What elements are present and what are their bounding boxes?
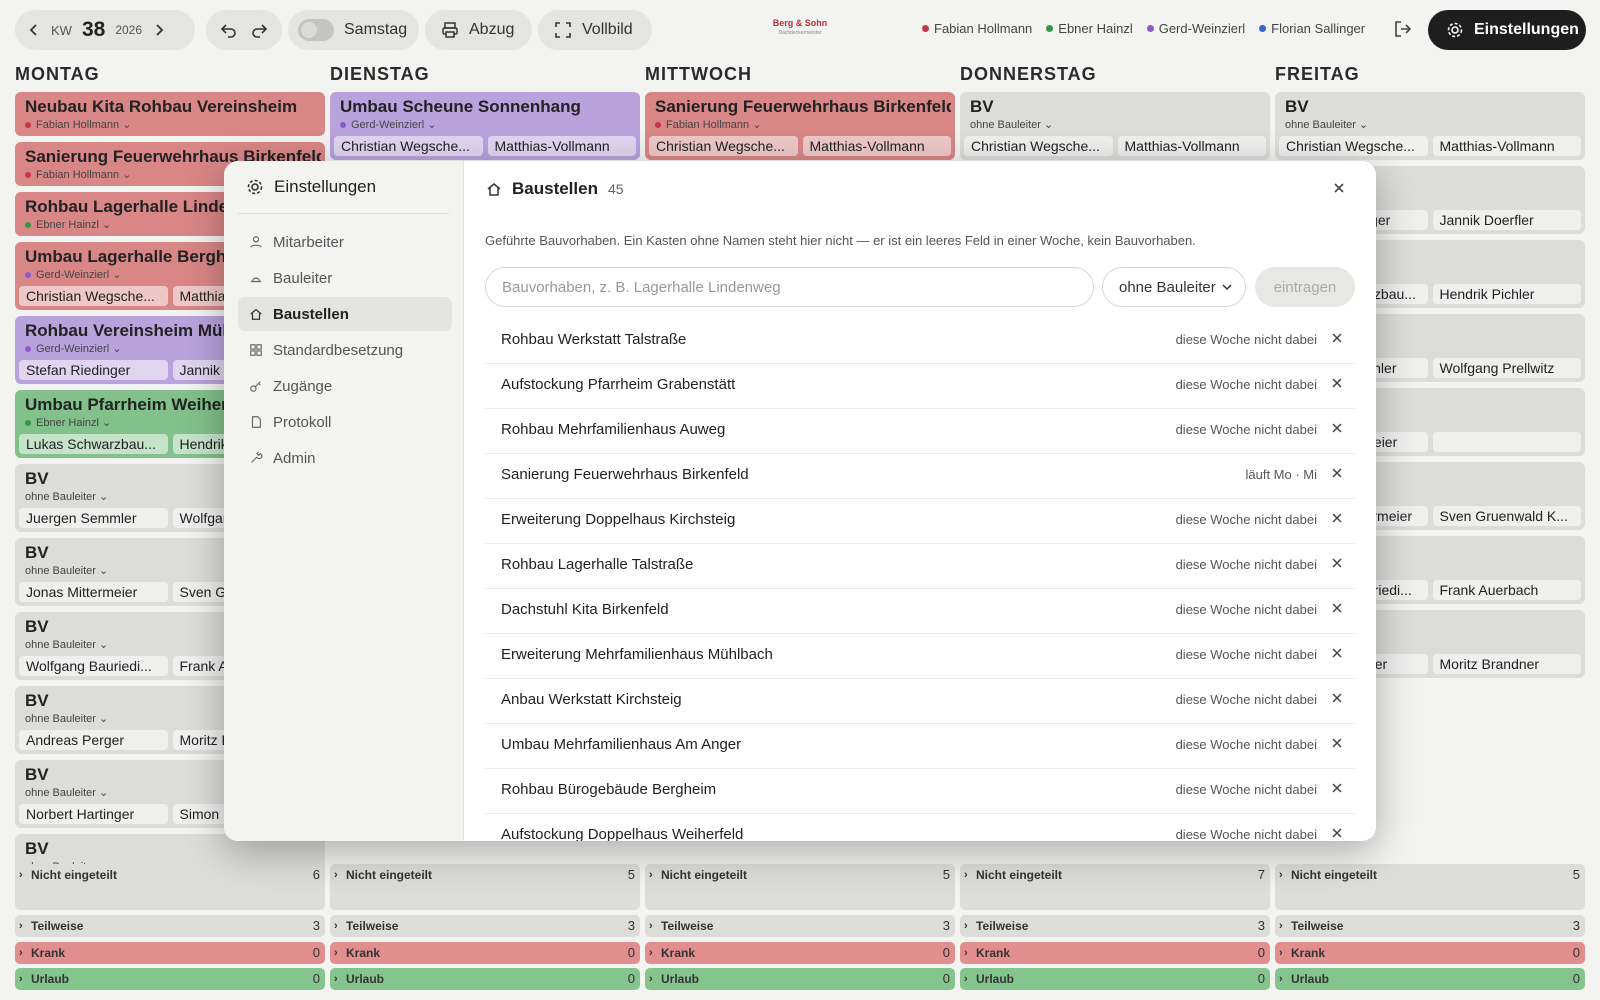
site-name: Dachstuhl Kita Birkenfeld (501, 601, 669, 618)
remove-icon[interactable] (1331, 826, 1343, 841)
nav-item-zugänge[interactable]: Zugänge (238, 369, 452, 403)
nav-label: Zugänge (273, 377, 333, 395)
grid-icon (249, 343, 263, 357)
site-status: diese Woche nicht dabei (1175, 737, 1317, 752)
nav-label: Standardbesetzung (273, 341, 404, 359)
key-icon (249, 379, 263, 393)
site-row[interactable]: Anbau Werkstatt Kirchsteig diese Woche ni… (485, 679, 1355, 724)
nav-label: Admin (273, 449, 316, 467)
remove-icon[interactable] (1331, 781, 1343, 797)
site-name: Rohbau Werkstatt Talstraße (501, 331, 687, 348)
site-row[interactable]: Sanierung Feuerwehrhaus Birkenfeld läuft … (485, 454, 1355, 499)
remove-icon[interactable] (1331, 736, 1343, 752)
site-name: Sanierung Feuerwehrhaus Birkenfeld (501, 466, 749, 483)
nav-label: Protokoll (273, 413, 332, 431)
site-count: 45 (607, 181, 624, 197)
modal-overlay: Einstellungen Mitarbeiter Bauleiter Bauste… (0, 0, 1600, 1000)
site-row[interactable]: Erweiterung Mehrfamilienhaus Mühlbach die… (485, 634, 1355, 679)
site-name: Anbau Werkstatt Kirchsteig (501, 691, 682, 708)
remove-icon[interactable] (1331, 331, 1343, 347)
remove-icon[interactable] (1331, 691, 1343, 707)
nav-item-bauleiter[interactable]: Bauleiter (238, 261, 452, 295)
site-name-input[interactable] (485, 267, 1094, 307)
site-row[interactable]: Rohbau Werkstatt Talstraße diese Woche ni… (485, 319, 1355, 364)
remove-icon[interactable] (1331, 511, 1343, 527)
site-row[interactable]: Aufstockung Doppelhaus Weiherfeld diese W… (485, 814, 1355, 841)
site-status: diese Woche nicht dabei (1175, 647, 1317, 662)
home-icon (486, 181, 502, 197)
home-icon (249, 307, 263, 321)
site-name: Umbau Mehrfamilienhaus Am Anger (501, 736, 742, 753)
site-row[interactable]: Dachstuhl Kita Birkenfeld diese Woche nic… (485, 589, 1355, 634)
remove-icon[interactable] (1331, 601, 1343, 617)
person-icon (249, 235, 263, 249)
sidebar-divider (238, 213, 449, 214)
site-status: diese Woche nicht dabei (1175, 377, 1317, 392)
site-status: diese Woche nicht dabei (1175, 782, 1317, 797)
page-title-text: Baustellen (512, 179, 598, 198)
add-site-form: ohne Bauleiter eintragen (485, 267, 1355, 307)
document-icon (249, 415, 263, 429)
site-status: diese Woche nicht dabei (1175, 332, 1317, 347)
site-status: diese Woche nicht dabei (1175, 557, 1317, 572)
nav-label: Mitarbeiter (273, 233, 344, 251)
nav-item-baustellen[interactable]: Baustellen (238, 297, 452, 331)
chevron-down-icon (1221, 281, 1233, 293)
nav-item-standardbesetzung[interactable]: Standardbesetzung (238, 333, 452, 367)
site-list: Rohbau Werkstatt Talstraße diese Woche ni… (485, 319, 1355, 841)
site-row[interactable]: Erweiterung Doppelhaus Kirchsteig diese W… (485, 499, 1355, 544)
site-status: diese Woche nicht dabei (1175, 827, 1317, 841)
nav-item-mitarbeiter[interactable]: Mitarbeiter (238, 225, 452, 259)
page-title: Baustellen 45 (486, 179, 624, 199)
site-row[interactable]: Aufstockung Pfarrheim Grabenstätt diese W… (485, 364, 1355, 409)
site-row[interactable]: Rohbau Lagerhalle Talstraße diese Woche n… (485, 544, 1355, 589)
site-status: diese Woche nicht dabei (1175, 602, 1317, 617)
site-name: Rohbau Mehrfamilienhaus Auweg (501, 421, 726, 438)
site-name: Erweiterung Doppelhaus Kirchsteig (501, 511, 736, 528)
bauleiter-select-value: ohne Bauleiter (1119, 278, 1216, 296)
remove-icon[interactable] (1331, 556, 1343, 572)
site-row[interactable]: Rohbau Bürogebäude Bergheim diese Woche n… (485, 769, 1355, 814)
wrench-icon (249, 451, 263, 465)
settings-dialog: Einstellungen Mitarbeiter Bauleiter Bauste… (224, 161, 1376, 841)
gear-icon (246, 178, 264, 196)
add-site-button[interactable]: eintragen (1255, 267, 1355, 307)
site-status: läuft Mo · Mi (1245, 467, 1317, 482)
site-status: diese Woche nicht dabei (1175, 692, 1317, 707)
description-text: Geführte Bauvorhaben. Ein Kasten ohne Na… (485, 233, 1196, 248)
site-name: Erweiterung Mehrfamilienhaus Mühlbach (501, 646, 773, 663)
site-row[interactable]: Rohbau Mehrfamilienhaus Auweg diese Woche… (485, 409, 1355, 454)
remove-icon[interactable] (1331, 421, 1343, 437)
settings-sidebar-title: Einstellungen (246, 177, 376, 197)
remove-icon[interactable] (1331, 466, 1343, 482)
close-icon[interactable] (1332, 181, 1346, 195)
nav-item-admin[interactable]: Admin (238, 441, 452, 475)
helmet-icon (249, 271, 263, 285)
site-name: Rohbau Lagerhalle Talstraße (501, 556, 694, 573)
site-row[interactable]: Umbau Mehrfamilienhaus Am Anger diese Woc… (485, 724, 1355, 769)
remove-icon[interactable] (1331, 646, 1343, 662)
remove-icon[interactable] (1331, 376, 1343, 392)
site-name: Aufstockung Doppelhaus Weiherfeld (501, 826, 744, 841)
site-status: diese Woche nicht dabei (1175, 422, 1317, 437)
nav-item-protokoll[interactable]: Protokoll (238, 405, 452, 439)
nav-label: Baustellen (273, 305, 349, 323)
site-status: diese Woche nicht dabei (1175, 512, 1317, 527)
nav-label: Bauleiter (273, 269, 333, 287)
bauleiter-select[interactable]: ohne Bauleiter (1102, 267, 1246, 307)
site-name: Rohbau Bürogebäude Bergheim (501, 781, 717, 798)
settings-sidebar: Einstellungen Mitarbeiter Bauleiter Bauste… (224, 161, 464, 841)
site-name: Aufstockung Pfarrheim Grabenstätt (501, 376, 736, 393)
